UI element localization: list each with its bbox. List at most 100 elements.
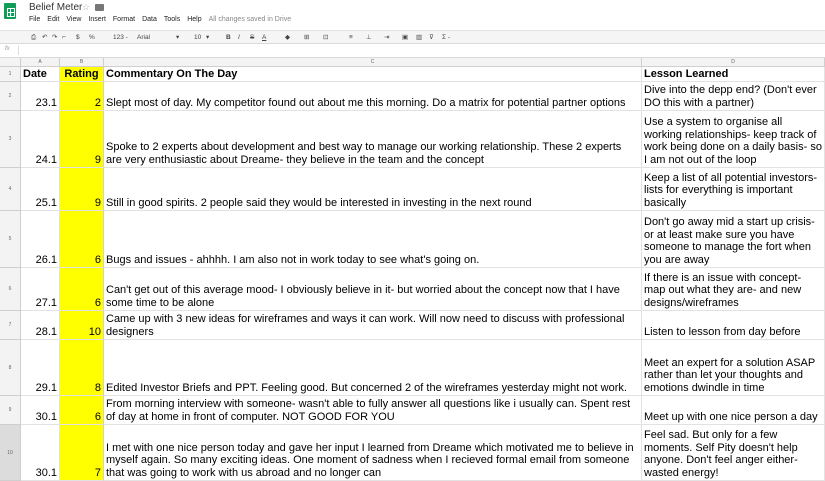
menu-format[interactable]: Format: [113, 16, 135, 26]
commentary-cell[interactable]: Edited Investor Briefs and PPT. Feeling …: [104, 340, 642, 396]
rating-cell[interactable]: 6: [60, 396, 104, 425]
lesson-cell[interactable]: Listen to lesson from day before: [642, 311, 825, 340]
document-title[interactable]: Belief Meter: [29, 2, 82, 13]
date-cell[interactable]: 29.1: [21, 340, 60, 396]
lesson-cell[interactable]: Use a system to organise all working rel…: [642, 111, 825, 168]
date-cell[interactable]: 26.1: [21, 211, 60, 268]
paint-format-icon[interactable]: ⌐: [62, 33, 66, 43]
commentary-cell[interactable]: Can't get out of this average mood- I ob…: [104, 268, 642, 311]
menu-bar: File Edit View Insert Format Data Tools …: [29, 16, 291, 26]
vertical-align-icon[interactable]: ⊥: [366, 33, 372, 43]
rating-cell[interactable]: 2: [60, 82, 104, 111]
wrap-text-icon[interactable]: ⇥: [384, 33, 389, 43]
header-cell-rating[interactable]: Rating: [60, 67, 104, 82]
align-left-icon[interactable]: ≡: [349, 33, 353, 43]
row-header[interactable]: 9: [0, 396, 21, 425]
redo-icon[interactable]: ↷: [52, 33, 57, 43]
date-cell[interactable]: 28.1: [21, 311, 60, 340]
menu-file[interactable]: File: [29, 16, 40, 26]
undo-icon[interactable]: ↶: [42, 33, 47, 43]
functions-button[interactable]: Σ -: [442, 33, 450, 43]
rating-cell[interactable]: 9: [60, 168, 104, 211]
strikethrough-button[interactable]: S: [250, 33, 254, 43]
star-icon[interactable]: ☆: [82, 2, 90, 13]
row-header[interactable]: 6: [0, 268, 21, 311]
select-all-corner[interactable]: [0, 58, 21, 67]
commentary-cell[interactable]: Came up with 3 new ideas for wireframes …: [104, 311, 642, 340]
menu-insert[interactable]: Insert: [88, 16, 106, 26]
spreadsheet-app: Belief Meter ☆ File Edit View Insert For…: [0, 0, 825, 481]
merge-cells-icon[interactable]: ⊡: [323, 33, 328, 43]
folder-icon[interactable]: [95, 4, 104, 11]
lesson-cell[interactable]: If there is an issue with concept- map o…: [642, 268, 825, 311]
rating-cell[interactable]: 6: [60, 211, 104, 268]
commentary-cell[interactable]: Bugs and issues - ahhhh. I am also not i…: [104, 211, 642, 268]
row-header[interactable]: 3: [0, 111, 21, 168]
formula-separator: [18, 46, 19, 55]
commentary-cell[interactable]: Still in good spirits. 2 people said the…: [104, 168, 642, 211]
chevron-down-icon[interactable]: ▾: [176, 33, 179, 43]
column-header-c[interactable]: C: [104, 58, 642, 67]
currency-button[interactable]: $: [76, 33, 80, 43]
insert-comment-icon[interactable]: ▣: [402, 33, 408, 43]
row-header[interactable]: 2: [0, 82, 21, 111]
italic-button[interactable]: I: [238, 33, 240, 43]
commentary-cell[interactable]: Spoke to 2 experts about development and…: [104, 111, 642, 168]
rating-cell[interactable]: 9: [60, 111, 104, 168]
rating-cell[interactable]: 8: [60, 340, 104, 396]
lesson-cell[interactable]: Keep a list of all potential investors- …: [642, 168, 825, 211]
sheets-logo-icon[interactable]: [4, 3, 16, 19]
date-cell[interactable]: 27.1: [21, 268, 60, 311]
print-icon[interactable]: ⎙: [31, 33, 36, 43]
chart-icon[interactable]: ▥: [416, 33, 422, 43]
date-cell[interactable]: 30.1: [21, 425, 60, 481]
menu-edit[interactable]: Edit: [47, 16, 59, 26]
bold-button[interactable]: B: [226, 33, 231, 43]
row-header[interactable]: 4: [0, 168, 21, 211]
rating-cell[interactable]: 10: [60, 311, 104, 340]
fill-color-icon[interactable]: ◆: [285, 33, 290, 43]
number-format-dropdown[interactable]: 123 -: [113, 33, 128, 43]
lesson-cell[interactable]: Feel sad. But only for a few moments. Se…: [642, 425, 825, 481]
borders-icon[interactable]: ⊞: [304, 33, 309, 43]
date-cell[interactable]: 25.1: [21, 168, 60, 211]
date-cell[interactable]: 30.1: [21, 396, 60, 425]
app-header: Belief Meter ☆ File Edit View Insert For…: [0, 0, 825, 30]
lesson-cell[interactable]: Meet an expert for a solution ASAP rathe…: [642, 340, 825, 396]
header-cell-date[interactable]: Date: [21, 67, 60, 82]
row-header[interactable]: 8: [0, 340, 21, 396]
menu-data[interactable]: Data: [142, 16, 157, 26]
rating-cell[interactable]: 6: [60, 268, 104, 311]
toolbar: ⎙ ↶ ↷ ⌐ $ % 123 - Arial ▾ 10 ▾ B I S A ◆…: [0, 30, 825, 44]
percent-button[interactable]: %: [89, 33, 95, 43]
column-header-b[interactable]: B: [60, 58, 104, 67]
lesson-cell[interactable]: Dive into the depp end? (Don't ever DO t…: [642, 82, 825, 111]
rating-cell[interactable]: 7: [60, 425, 104, 481]
header-cell-commentary[interactable]: Commentary On The Day: [104, 67, 642, 82]
row-header[interactable]: 7: [0, 311, 21, 340]
row-header[interactable]: 10: [0, 425, 21, 481]
chevron-down-icon[interactable]: ▾: [206, 33, 209, 43]
formula-bar: fx: [0, 44, 825, 58]
font-dropdown[interactable]: Arial: [137, 33, 150, 43]
row-header[interactable]: 1: [0, 67, 21, 82]
column-header-d[interactable]: D: [642, 58, 825, 67]
menu-tools[interactable]: Tools: [164, 16, 180, 26]
save-status[interactable]: All changes saved in Drive: [209, 16, 292, 26]
column-header-a[interactable]: A: [21, 58, 60, 67]
commentary-cell[interactable]: I met with one nice person today and gav…: [104, 425, 642, 481]
filter-icon[interactable]: ⊽: [429, 33, 434, 43]
date-cell[interactable]: 24.1: [21, 111, 60, 168]
commentary-cell[interactable]: From morning interview with someone- was…: [104, 396, 642, 425]
menu-view[interactable]: View: [66, 16, 81, 26]
text-color-button[interactable]: A: [262, 33, 266, 43]
lesson-cell[interactable]: Don't go away mid a start up crisis- or …: [642, 211, 825, 268]
header-cell-lesson[interactable]: Lesson Learned: [642, 67, 825, 82]
fx-label: fx: [5, 46, 10, 52]
lesson-cell[interactable]: Meet up with one nice person a day: [642, 396, 825, 425]
commentary-cell[interactable]: Slept most of day. My competitor found o…: [104, 82, 642, 111]
row-header[interactable]: 5: [0, 211, 21, 268]
date-cell[interactable]: 23.1: [21, 82, 60, 111]
font-size-dropdown[interactable]: 10: [194, 33, 201, 43]
menu-help[interactable]: Help: [187, 16, 201, 26]
